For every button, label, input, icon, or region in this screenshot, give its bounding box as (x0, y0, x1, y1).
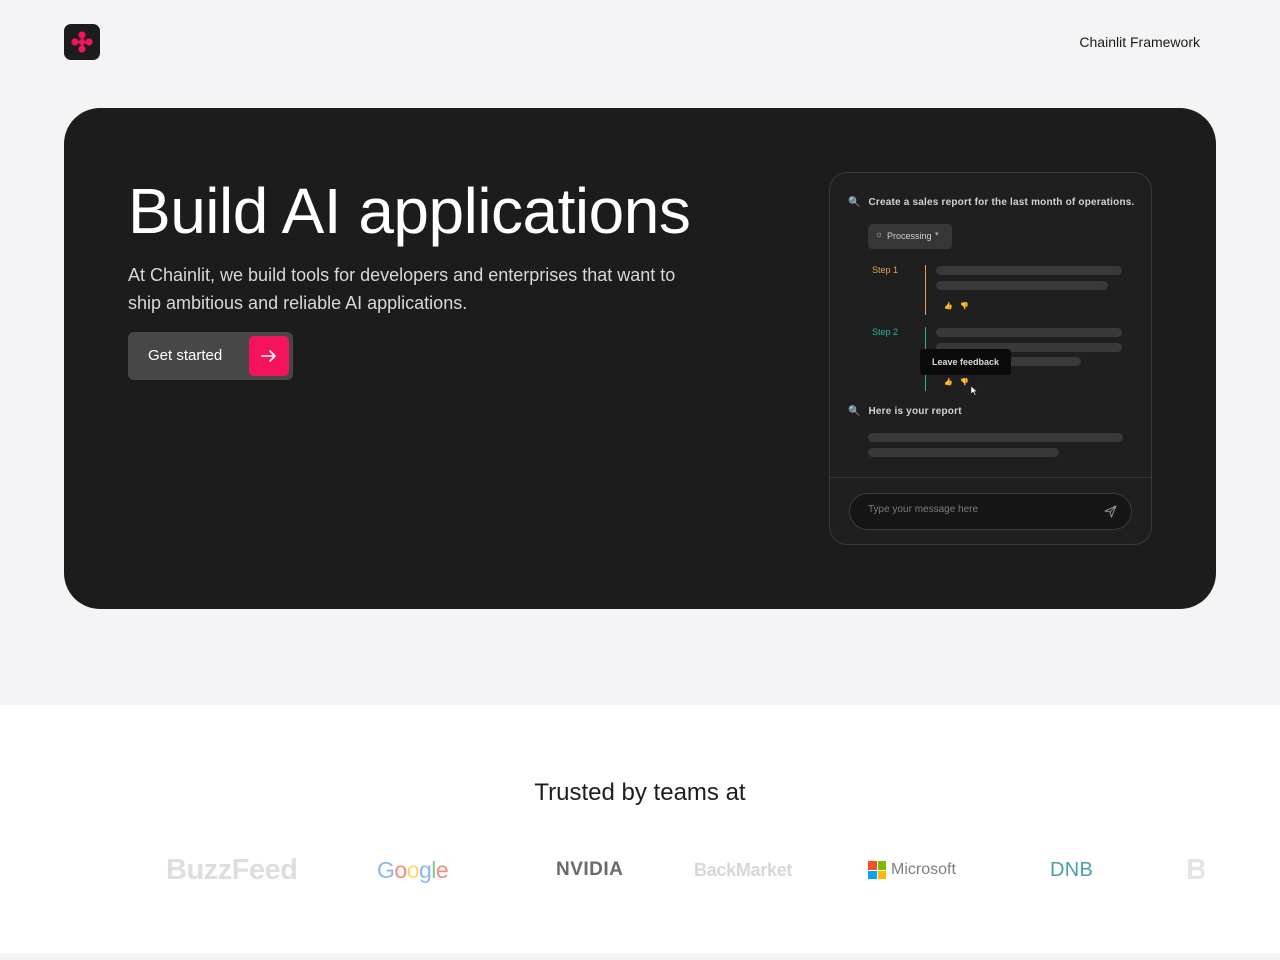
top-bar: Chainlit Framework (0, 0, 1280, 84)
logo-strip: BuzzFeed Google NVIDIA BackMarket Micros… (0, 845, 1204, 895)
assistant-answer: 🔍 Here is your report (848, 406, 962, 417)
step-1-label: Step 1 (872, 265, 899, 275)
thumbs-up-icon[interactable]: 👍 (944, 302, 953, 310)
step-2-label: Step 2 (872, 327, 899, 337)
microsoft-logo-text: Microsoft (891, 861, 956, 878)
google-logo-text: Google (377, 856, 449, 883)
get-started-button[interactable]: Get started (128, 332, 293, 380)
leave-feedback-tooltip: Leave feedback (920, 349, 1011, 375)
chevron-down-icon: ▾ (935, 231, 939, 238)
bottom-strip (0, 953, 1280, 960)
trusted-title: Trusted by teams at (534, 779, 746, 806)
thumbs-down-icon[interactable]: 👎 (960, 302, 969, 310)
skeleton-line (936, 266, 1122, 275)
loading-icon: ☼ (875, 229, 884, 239)
hero-subtitle: At Chainlit, we build tools for develope… (128, 265, 676, 313)
answer-text: Here is your report (868, 406, 962, 417)
processing-label: Processing (887, 231, 932, 241)
message-input-wrapper (849, 493, 1132, 530)
hero-title: Build AI applications (128, 175, 691, 247)
hero-section: Build AI applications At Chainlit, we bu… (64, 108, 1216, 609)
trusted-by-section: Trusted by teams at BuzzFeed Google NVID… (0, 705, 1280, 953)
chainlit-framework-link[interactable]: Chainlit Framework (1079, 34, 1200, 50)
step-1-line (925, 265, 926, 315)
buzzfeed-logo: BuzzFeed (166, 853, 298, 886)
get-started-label: Get started (148, 347, 223, 364)
user-question: 🔍 Create a sales report for the last mon… (848, 197, 1135, 208)
backmarket-logo: BackMarket (694, 859, 793, 880)
skeleton-line (936, 328, 1122, 337)
dnb-logo: DNB (1050, 858, 1094, 881)
cursor-icon (971, 386, 978, 396)
skeleton-line (868, 448, 1059, 457)
chat-preview: 🔍 Create a sales report for the last mon… (829, 172, 1152, 545)
thumbs-up-icon[interactable]: 👍 (944, 378, 953, 386)
send-icon[interactable] (1104, 505, 1117, 518)
question-text: Create a sales report for the last month… (868, 197, 1135, 208)
chainlit-logo[interactable] (64, 24, 100, 60)
message-input[interactable] (868, 504, 1088, 515)
magnifier-icon: 🔍 (848, 197, 861, 208)
input-divider (830, 477, 1151, 478)
magnifier-icon: 🔍 (848, 406, 861, 417)
skeleton-line (936, 281, 1108, 290)
logo-mark-icon (71, 31, 93, 53)
microsoft-squares-icon (868, 861, 886, 879)
thumbs-down-icon[interactable]: 👎 (960, 378, 969, 386)
arrow-right-icon (249, 336, 289, 376)
skeleton-line (868, 433, 1123, 442)
nvidia-logo: NVIDIA (556, 859, 624, 880)
google-logo: Google (377, 845, 449, 895)
microsoft-logo: Microsoft (868, 845, 956, 895)
partial-logo: B (1186, 853, 1204, 886)
processing-dropdown[interactable]: ☼ Processing ▾ (868, 224, 952, 249)
